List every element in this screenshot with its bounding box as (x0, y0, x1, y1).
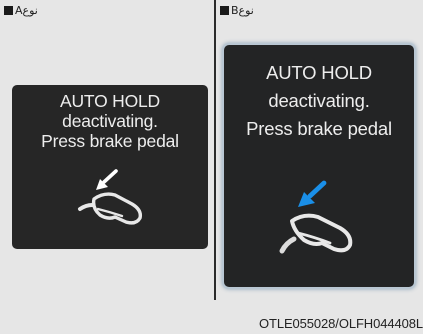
message-line-2: deactivating. (62, 111, 158, 131)
cluster-display-type-a: AUTO HOLD deactivating. Press brake peda… (12, 85, 208, 249)
type-b-label: نوعB (220, 4, 254, 17)
type-b-panel: نوعB AUTO HOLD deactivating. Press brake… (216, 0, 423, 300)
message-line-3: Press brake pedal (41, 131, 179, 151)
cluster-display-type-b: AUTO HOLD deactivating. Press brake peda… (224, 45, 414, 287)
type-a-label: نوعA (4, 4, 38, 17)
foot-on-brake-pedal-icon (78, 169, 143, 225)
press-arrow-icon (298, 180, 327, 207)
figure-code-caption: OTLE055028/OLFH044408L (258, 316, 423, 331)
type-a-panel: نوعA AUTO HOLD deactivating. Press brake… (0, 0, 214, 300)
message-line-3: Press brake pedal (246, 118, 392, 139)
press-arrow-icon (96, 169, 118, 190)
message-line-2: deactivating. (268, 90, 370, 111)
black-square-icon (4, 6, 13, 15)
auto-hold-message: AUTO HOLD deactivating. Press brake peda… (224, 59, 414, 143)
foot-on-brake-pedal-icon (279, 180, 353, 254)
message-line-1: AUTO HOLD (60, 91, 160, 111)
black-square-icon (220, 6, 229, 15)
auto-hold-message: AUTO HOLD deactivating. Press brake peda… (12, 91, 208, 151)
message-line-1: AUTO HOLD (266, 62, 372, 83)
